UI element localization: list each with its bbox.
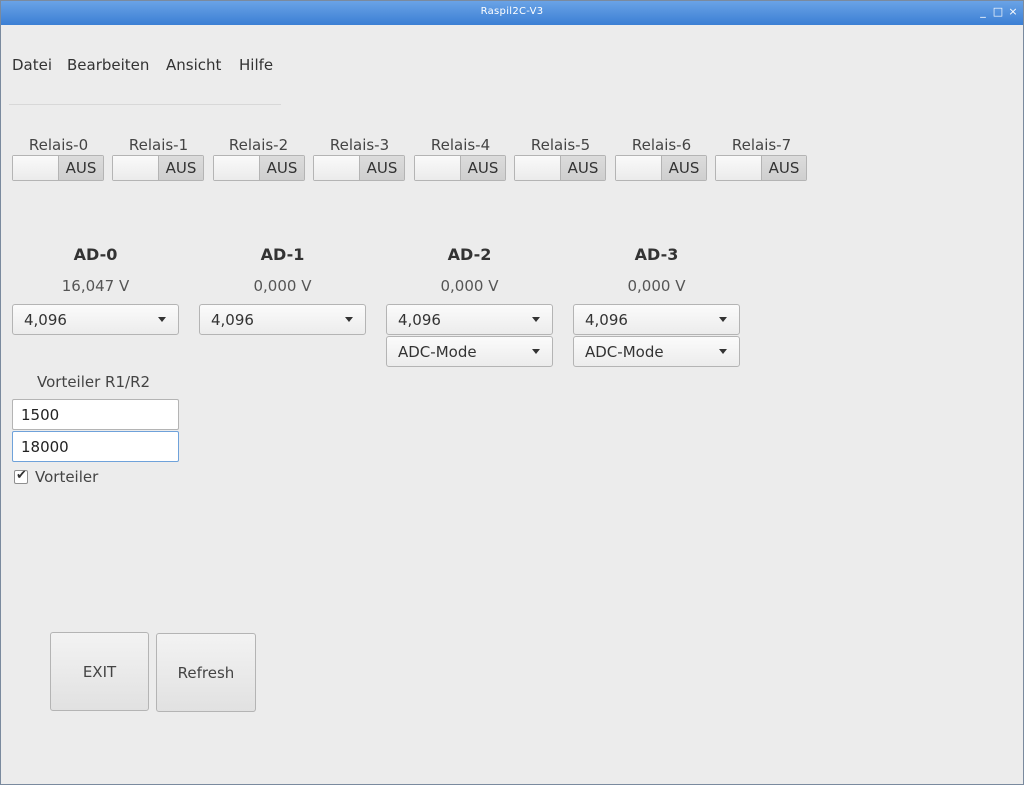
relay-2-label: Relais-2: [228, 136, 289, 154]
chevron-down-icon: [345, 317, 353, 322]
relay-4-state: AUS: [461, 156, 505, 180]
ad-0-value: 16,047 V: [61, 277, 130, 295]
toggle-knob: [515, 156, 561, 180]
relay-0-toggle[interactable]: AUS: [12, 155, 104, 181]
relay-1-toggle[interactable]: AUS: [112, 155, 204, 181]
toggle-knob: [415, 156, 461, 180]
minimize-icon[interactable]: _: [977, 5, 989, 19]
toggle-knob: [314, 156, 360, 180]
relay-1-label: Relais-1: [128, 136, 189, 154]
relay-7-state: AUS: [762, 156, 806, 180]
chevron-down-icon: [158, 317, 166, 322]
ad-2-range-select[interactable]: 4,096: [386, 304, 553, 335]
relay-5-toggle[interactable]: AUS: [514, 155, 606, 181]
divider-label: Vorteiler R1/R2: [37, 373, 151, 391]
relay-6-label: Relais-6: [631, 136, 692, 154]
relay-3-state: AUS: [360, 156, 404, 180]
ad-0-range-select[interactable]: 4,096: [12, 304, 179, 335]
ad-1-title: AD-1: [260, 245, 305, 264]
ad-3-value: 0,000 V: [627, 277, 686, 295]
exit-button[interactable]: EXIT: [50, 632, 149, 711]
ad-0-range-value: 4,096: [24, 311, 67, 329]
title-bar[interactable]: Raspil2C-V3 _ □ ×: [1, 1, 1023, 25]
relay-6-toggle[interactable]: AUS: [615, 155, 707, 181]
checkmark-icon: ✔: [16, 468, 27, 483]
ad-2-value: 0,000 V: [440, 277, 499, 295]
ad-2-mode-select[interactable]: ADC-Mode: [386, 336, 553, 367]
close-icon[interactable]: ×: [1007, 5, 1019, 19]
ad-3-range-value: 4,096: [585, 311, 628, 329]
toggle-knob: [13, 156, 59, 180]
divider-checkbox[interactable]: ✔: [14, 468, 28, 484]
chevron-down-icon: [719, 317, 727, 322]
relay-1-state: AUS: [159, 156, 203, 180]
ad-0-title: AD-0: [73, 245, 118, 264]
ad-1-range-select[interactable]: 4,096: [199, 304, 366, 335]
ad-1-value: 0,000 V: [253, 277, 312, 295]
window-title: Raspil2C-V3: [480, 6, 544, 17]
app-window: Raspil2C-V3 _ □ × Datei Bearbeiten Ansic…: [0, 0, 1024, 785]
chevron-down-icon: [532, 349, 540, 354]
relay-2-state: AUS: [260, 156, 304, 180]
menu-hilfe[interactable]: Hilfe: [239, 56, 273, 74]
ad-3-mode-select[interactable]: ADC-Mode: [573, 336, 740, 367]
toggle-knob: [113, 156, 159, 180]
ad-3-title: AD-3: [634, 245, 679, 264]
ad-2-title: AD-2: [447, 245, 492, 264]
menu-datei[interactable]: Datei: [12, 56, 52, 74]
menu-separator: [9, 104, 281, 105]
menu-bar: Datei Bearbeiten Ansicht Hilfe: [1, 25, 301, 107]
divider-checkbox-label[interactable]: Vorteiler: [35, 468, 98, 486]
relay-2-toggle[interactable]: AUS: [213, 155, 305, 181]
relay-4-label: Relais-4: [430, 136, 491, 154]
ad-3-range-select[interactable]: 4,096: [573, 304, 740, 335]
ad-1-range-value: 4,096: [211, 311, 254, 329]
relay-5-state: AUS: [561, 156, 605, 180]
maximize-icon[interactable]: □: [992, 5, 1004, 19]
refresh-button[interactable]: Refresh: [156, 633, 256, 712]
r2-field[interactable]: [12, 431, 179, 462]
menu-bearbeiten[interactable]: Bearbeiten: [67, 56, 149, 74]
ad-2-range-value: 4,096: [398, 311, 441, 329]
ad-3-mode-value: ADC-Mode: [585, 343, 664, 361]
relay-3-toggle[interactable]: AUS: [313, 155, 405, 181]
chevron-down-icon: [719, 349, 727, 354]
toggle-knob: [616, 156, 662, 180]
chevron-down-icon: [532, 317, 540, 322]
toggle-knob: [716, 156, 762, 180]
relay-7-label: Relais-7: [731, 136, 792, 154]
r1-field[interactable]: [12, 399, 179, 430]
relay-0-state: AUS: [59, 156, 103, 180]
relay-0-label: Relais-0: [28, 136, 89, 154]
relay-7-toggle[interactable]: AUS: [715, 155, 807, 181]
toggle-knob: [214, 156, 260, 180]
relay-5-label: Relais-5: [530, 136, 591, 154]
ad-2-mode-value: ADC-Mode: [398, 343, 477, 361]
relay-3-label: Relais-3: [329, 136, 390, 154]
menu-ansicht[interactable]: Ansicht: [166, 56, 221, 74]
relay-4-toggle[interactable]: AUS: [414, 155, 506, 181]
relay-6-state: AUS: [662, 156, 706, 180]
